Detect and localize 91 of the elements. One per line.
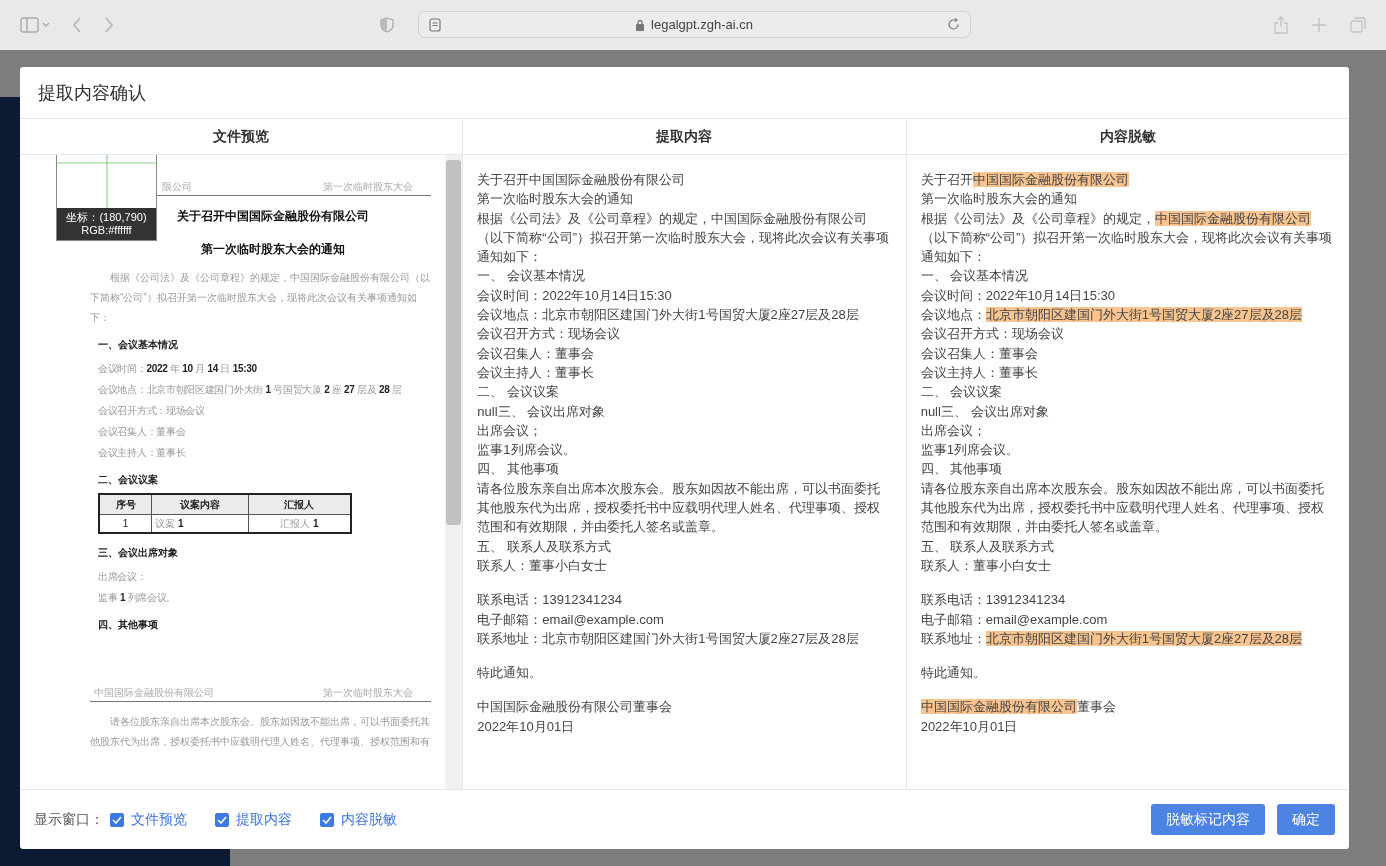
text-line: 会议时间：2022年10月14日15:30 — [477, 286, 673, 305]
text-line: 出席会议； — [920, 421, 987, 440]
text-line: 四、 其他事项 — [477, 460, 560, 479]
plus-icon[interactable] — [1312, 18, 1326, 32]
text-line: 五、 联系人及联系方式 — [477, 537, 612, 556]
document-paragraph: 请各位股东亲自出席本次股东会。股东如因故不能出席，可以书面委托其他股东代为出席，授权委托书中应载明代理人姓名、代理事项、授权范围和有 — [90, 715, 431, 749]
text-line: null三、 会议出席对象 — [477, 402, 607, 421]
text-line: 四、 其他事项 — [920, 460, 1004, 479]
scrollbar[interactable] — [445, 155, 463, 789]
text-line: 会议主持人：董事长 — [477, 363, 596, 382]
reload-icon[interactable] — [947, 18, 960, 31]
header-text: 限公司 — [162, 180, 192, 194]
forward-icon[interactable] — [104, 17, 114, 33]
column-header: 提取内容 — [463, 119, 906, 155]
text-line: 2022年10月01日 — [477, 717, 576, 736]
document-line: 会议地点：北京市朝阳区建国门外大街 1 号国贸大厦 2 座 27 层及 28 层 — [97, 383, 403, 397]
text-line: 联系人：董事小白女士 — [477, 556, 609, 575]
text-line: 根据《公司法》及《公司章程》的规定，中国国际金融股份有限公司（以下简称“公司”）拟召开第一次临时股东大会，现将此次会议有关事项通知如下： — [477, 209, 890, 267]
text-line: null三、 会议出席对象 — [920, 402, 1050, 421]
text-line: 会议时间：2022年10月14日15:30 — [920, 286, 1117, 305]
table-header-cell: 议案内容 — [151, 494, 249, 515]
lock-icon — [635, 18, 646, 31]
text-line: 二、 会议议案 — [477, 383, 560, 402]
text-line: 2022年10月01日 — [920, 717, 1019, 736]
text-line: 一、 会议基本情况 — [477, 267, 586, 286]
document-line: 会议召集人：董事会 — [97, 425, 187, 439]
text-line: 联系地址：北京市朝阳区建国门外大街1号国贸大厦2座27层及28层 — [920, 629, 1304, 648]
mark-sensitive-button[interactable]: 脱敏标记内容 — [1151, 804, 1265, 835]
text-line: 会议召开方式：现场会议 — [477, 325, 622, 344]
section-heading: 三、会议出席对象 — [98, 546, 179, 560]
text-line: 联系电话：13912341234 — [477, 591, 623, 610]
back-icon[interactable] — [72, 17, 82, 33]
checkmark-icon — [112, 815, 122, 824]
text-line: 五、 联系人及联系方式 — [920, 537, 1056, 556]
text-line: 联系人：董事小白女士 — [920, 556, 1052, 575]
document-line: 会议召开方式：现场会议 — [97, 404, 206, 418]
confirm-button[interactable]: 确定 — [1277, 804, 1335, 835]
text-line: 中国国际金融股份有限公司董事会 — [920, 698, 1117, 717]
panel-checkbox[interactable]: 提取内容 — [215, 810, 292, 829]
text-line: 监事1列席会议。 — [920, 441, 1020, 460]
text-line: 会议地点：北京市朝阳区建国门外大街1号国贸大厦2座27层及28层 — [477, 306, 860, 325]
text-line: 关于召开中国国际金融股份有限公司 — [477, 171, 687, 189]
text-line: 中国国际金融股份有限公司董事会 — [477, 698, 674, 717]
text-line: 会议主持人：董事长 — [920, 363, 1039, 382]
table-header-cell: 序号 — [99, 494, 152, 515]
text-line: 特此通知。 — [477, 664, 544, 683]
panel-checkbox[interactable]: 文件预览 — [110, 810, 187, 829]
text-line: 联系电话：13912341234 — [920, 591, 1067, 610]
show-panels-label: 显示窗口： — [34, 810, 104, 829]
dialog-title: 提取内容确认 — [20, 67, 1349, 119]
text-line: 特此通知。 — [920, 664, 987, 683]
text-line: 会议召开方式：现场会议 — [920, 325, 1065, 344]
header-text: 中国国际金融股份有限公司 — [94, 686, 214, 700]
tabs-icon[interactable] — [1350, 17, 1366, 33]
text-line: 二、 会议议案 — [920, 383, 1004, 402]
url-text: legalgpt.zgh-ai.cn — [651, 17, 753, 32]
table-header-cell: 汇报人 — [248, 494, 351, 515]
text-line: 出席会议； — [477, 421, 544, 440]
text-line: 请各位股东亲自出席本次股东会。股东如因故不能出席，可以书面委托其他股东代为出席，授权委托书中应载明代理人姓名、代理事项、授权范围和有效期限，并由委托人签名或盖章。 — [920, 479, 1325, 537]
document-line: 会议时间：2022 年 10 月 14 日 15:30 — [97, 362, 258, 376]
section-heading: 一、会议基本情况 — [98, 338, 179, 352]
text-line: 联系地址：北京市朝阳区建国门外大街1号国贸大厦2座27层及28层 — [477, 629, 860, 648]
text-line: 第一次临时股东大会的通知 — [920, 190, 1078, 209]
text-line: 电子邮箱：email@example.com — [920, 610, 1109, 629]
section-heading: 四、其他事项 — [98, 618, 159, 632]
coordinates-text: 坐标：(180,790) — [66, 211, 147, 224]
panel-checkbox[interactable]: 内容脱敏 — [320, 810, 397, 829]
text-line: 会议召集人：董事会 — [920, 344, 1039, 363]
text-line: 监事1列席会议。 — [477, 441, 577, 460]
column-header: 内容脱敏 — [906, 119, 1349, 155]
page-icon — [429, 17, 441, 32]
document-line: 出席会议： — [97, 570, 148, 584]
text-line: 会议地点：北京市朝阳区建国门外大街1号国贸大厦2座27层及28层 — [920, 306, 1304, 325]
document-line: 会议主持人：董事长 — [97, 446, 187, 460]
sidebar-icon[interactable] — [20, 17, 50, 33]
checkmark-icon — [322, 815, 332, 824]
text-line: 请各位股东亲自出席本次股东会。股东如因故不能出席，可以书面委托其他股东代为出席，授权委托书中应载明代理人姓名、代理事项、授权范围和有效期限，并由委托人签名或盖章。 — [477, 479, 882, 537]
text-line: 第一次临时股东大会的通知 — [477, 190, 635, 209]
text-line: 会议召集人：董事会 — [477, 344, 596, 363]
text-line: 一、 会议基本情况 — [920, 267, 1030, 286]
share-icon[interactable] — [1274, 16, 1288, 34]
address-bar[interactable]: legalgpt.zgh-ai.cn — [418, 11, 971, 38]
section-heading: 二、会议议案 — [98, 473, 159, 487]
shield-icon — [380, 16, 394, 33]
text-line: 电子邮箱：email@example.com — [477, 610, 665, 629]
document-title: 第一次临时股东大会的通知 — [200, 241, 345, 258]
checkmark-icon — [217, 815, 227, 824]
document-line: 监事 1 列席会议。 — [97, 591, 178, 605]
text-line: 根据《公司法》及《公司章程》的规定，中国国际金融股份有限公司 （以下简称“公司”）拟召开第一次临时股东大会，现将此次会议有关事项通知如下： — [920, 209, 1334, 267]
color-value-text: RGB:#ffffff — [81, 224, 132, 237]
document-title: 关于召开中国国际金融股份有限公司 — [176, 208, 369, 225]
